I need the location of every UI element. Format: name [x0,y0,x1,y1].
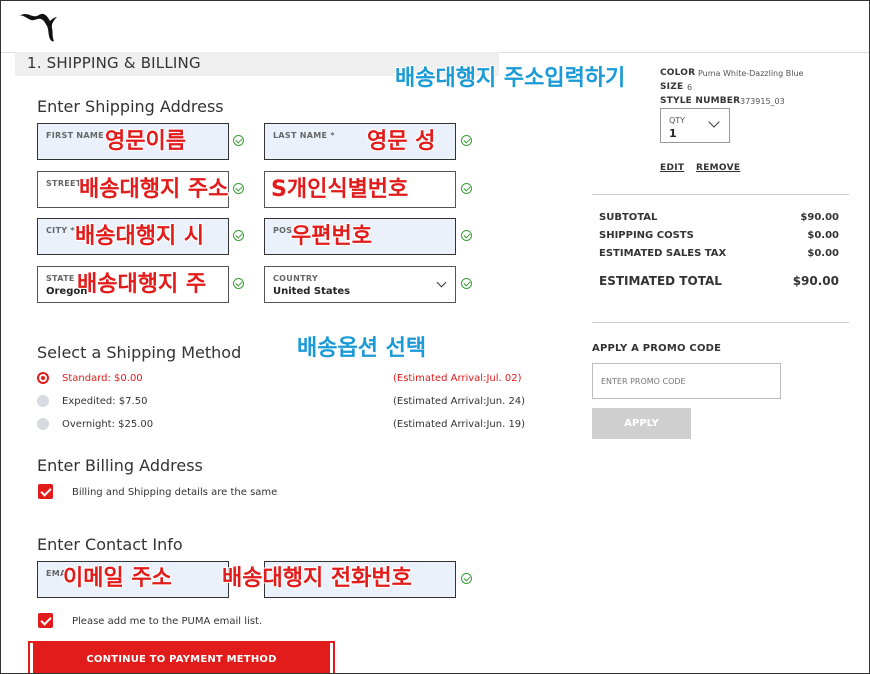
annotation-street-second: S개인식별번호 [271,177,409,202]
annotation-postal: 우편번호 [291,224,372,249]
shipping-standard-label: Standard: $0.00 [62,373,143,384]
subtotal-label: SUBTOTAL [599,212,658,223]
sales-tax-value: $0.00 [807,248,839,259]
shipping-standard-arrival: (Estimated Arrival:Jul. 02) [393,373,522,384]
valid-check-icon [461,135,472,146]
size-key: SIZE [660,82,684,92]
continue-to-payment-button[interactable]: CONTINUE TO PAYMENT METHOD [28,641,335,673]
last-name-label: LAST NAME * [273,131,335,140]
edit-link[interactable]: EDIT [660,163,684,173]
country-label: COUNTRY [273,274,318,283]
shipping-method-heading: Select a Shipping Method [37,343,242,362]
section-title: 1. SHIPPING & BILLING [27,54,201,72]
first-name-label: FIRST NAME * [46,131,112,140]
annotation-first-name: 영문이름 [105,129,186,154]
shipping-overnight-label: Overnight: $25.00 [62,419,154,430]
billing-same-label: Billing and Shipping details are the sam… [72,487,278,498]
puma-logo-icon[interactable] [17,10,59,44]
annotation-last-name: 영문 성 [367,129,436,154]
postal-code-label: POS [273,226,293,235]
promo-heading: APPLY A PROMO CODE [592,343,722,354]
sales-tax-label: ESTIMATED SALES TAX [599,248,727,259]
annotation-phone: 배송대행지 전화번호 [222,566,412,591]
email-list-checkbox[interactable] [38,613,53,628]
street-label: STREET [46,179,82,188]
annotation-city: 배송대행지 시 [75,224,205,249]
contact-heading: Enter Contact Info [37,535,183,554]
shipping-overnight-radio[interactable] [37,418,49,430]
style-key: STYLE NUMBER [660,96,741,106]
promo-code-placeholder: ENTER PROMO CODE [601,377,686,386]
quantity-label: QTY [669,116,686,125]
valid-check-icon [233,135,244,146]
valid-check-icon [461,230,472,241]
quantity-value: 1 [669,127,677,140]
valid-check-icon [461,183,472,194]
shipping-costs-label: SHIPPING COSTS [599,230,694,241]
checkout-page: 1. SHIPPING & BILLING 배송대행지 주소입력하기 Enter… [0,0,870,674]
state-label: STATE [46,274,75,283]
annotation-shipping-option: 배송옵션 선택 [297,336,427,361]
estimated-total-value: $90.00 [792,274,839,288]
color-key: COLOR [660,68,696,78]
valid-check-icon [461,278,472,289]
color-value: Puma White-Dazzling Blue [698,69,804,78]
shipping-expedited-radio[interactable] [37,395,49,407]
shipping-expedited-label: Expedited: $7.50 [62,396,148,407]
valid-check-icon [233,183,244,194]
annotation-street: 배송대행지 주소 [79,177,229,202]
size-value: 6 [687,83,693,92]
apply-promo-button[interactable]: APPLY [592,408,691,439]
shipping-address-heading: Enter Shipping Address [37,97,224,116]
remove-link[interactable]: REMOVE [696,163,740,173]
annotation-address-input: 배송대행지 주소입력하기 [395,66,626,91]
shipping-expedited-arrival: (Estimated Arrival:Jun. 24) [393,396,526,407]
email-list-label: Please add me to the PUMA email list. [72,616,263,627]
promo-divider [592,322,849,323]
country-select[interactable]: COUNTRY United States [264,266,456,303]
shipping-overnight-arrival: (Estimated Arrival:Jun. 19) [393,419,526,430]
estimated-total-label: ESTIMATED TOTAL [599,274,722,288]
subtotal-value: $90.00 [800,212,839,223]
annotation-state: 배송대행지 주 [77,272,207,297]
annotation-email: 이메일 주소 [63,566,172,591]
country-value: United States [273,286,351,297]
summary-divider [592,194,849,195]
billing-same-checkbox[interactable] [38,484,53,499]
shipping-standard-radio[interactable] [37,372,49,384]
valid-check-icon [233,278,244,289]
valid-check-icon [233,230,244,241]
valid-check-icon [461,573,472,584]
shipping-costs-value: $0.00 [807,230,839,241]
style-value: 373915_03 [740,97,785,106]
city-label: CITY * [46,226,75,235]
billing-heading: Enter Billing Address [37,456,203,475]
